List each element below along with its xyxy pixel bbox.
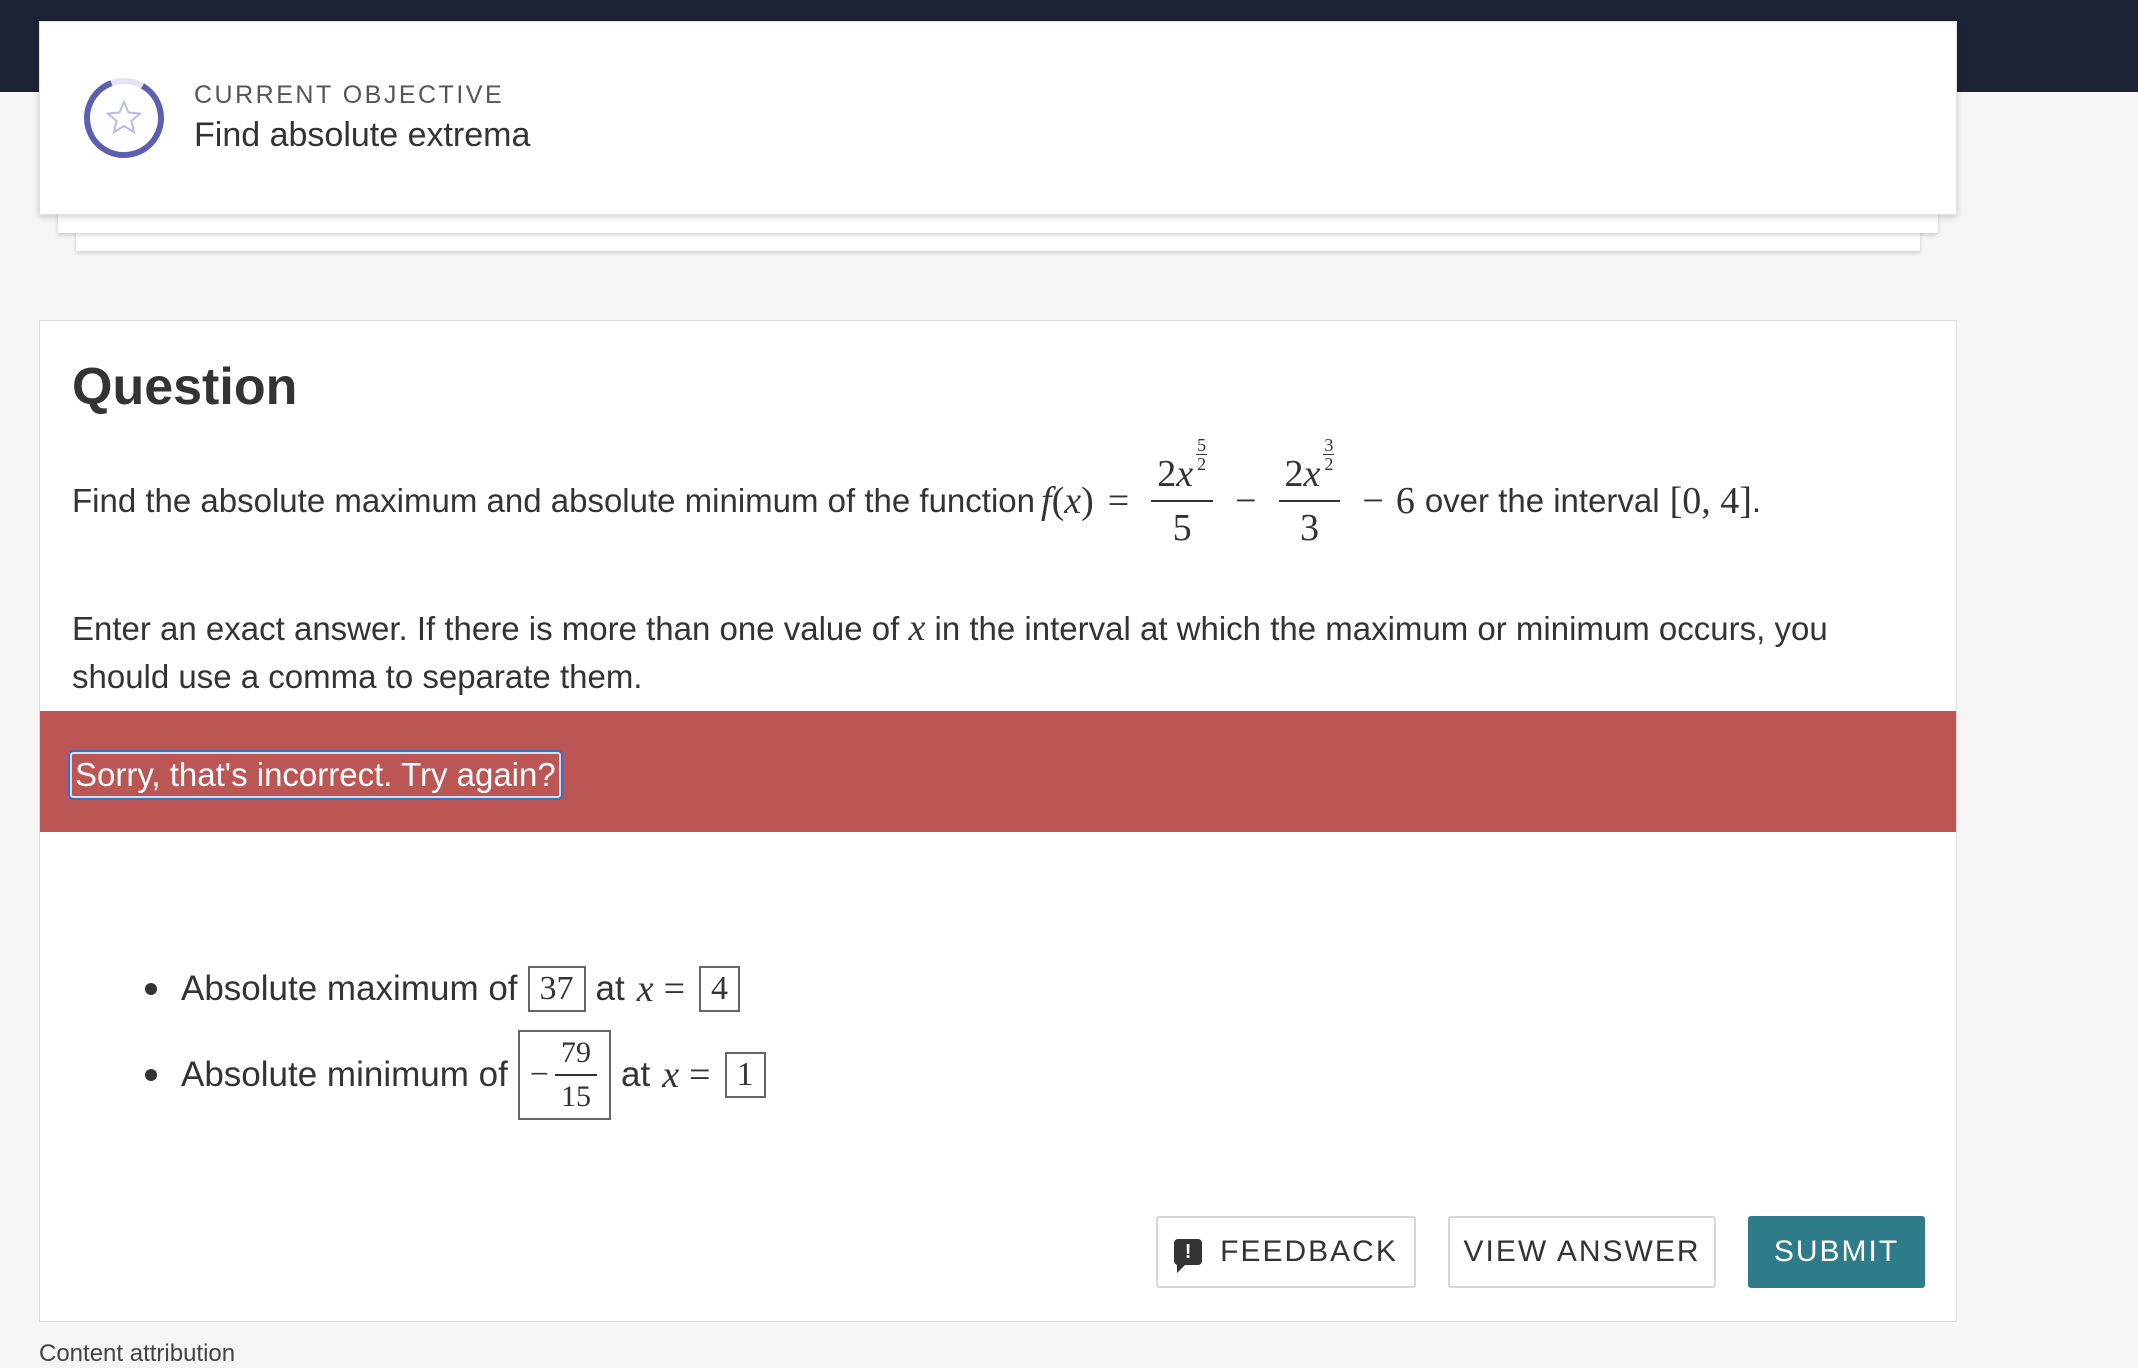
question-card: Question Find the absolute maximum and a… (39, 320, 1957, 1322)
term1-denominator: 5 (1172, 507, 1192, 549)
term1-exponent: 52 (1196, 435, 1208, 474)
question-heading: Question (72, 358, 298, 416)
objective-progress-ring (84, 78, 164, 158)
feedback-icon: ! (1174, 1239, 1203, 1273)
min-label: Absolute minimum of (181, 1055, 508, 1094)
term1-var: x (1176, 453, 1194, 495)
function-name: f (1041, 480, 1052, 522)
min-x-input[interactable]: 1 (724, 1052, 766, 1098)
content-attribution-link[interactable]: Content attribution (39, 1340, 235, 1368)
max-x-input[interactable]: 4 (699, 966, 741, 1012)
term2-var: x (1303, 453, 1321, 495)
view-answer-label: VIEW ANSWER (1463, 1235, 1701, 1268)
term2-fraction: 2x 32 3 (1278, 436, 1341, 550)
term2-coef: 2 (1284, 453, 1304, 495)
bullet (145, 983, 157, 995)
max-at-label: at (595, 969, 625, 1008)
objective-kicker: CURRENT OBJECTIVE (194, 81, 505, 109)
question-statement: Find the absolute maximum and absolute m… (72, 435, 1762, 550)
feedback-button[interactable]: ! FEEDBACK (1156, 1216, 1416, 1288)
list-item-minimum: Absolute minimum of − 79 15 at x = 1 (145, 1030, 776, 1120)
question-prefix: Find the absolute maximum and absolute m… (72, 482, 1035, 519)
constant-term: 6 (1395, 480, 1415, 522)
instructions-var: x (908, 607, 926, 649)
list-item-maximum: Absolute maximum of 37 at x = 4 (145, 961, 750, 1017)
incorrect-feedback-banner: Sorry, that's incorrect. Try again? (40, 711, 1956, 832)
min-equals: = (689, 1054, 711, 1096)
term2-exponent: 32 (1323, 435, 1335, 474)
bullet (145, 1069, 157, 1081)
submit-button[interactable]: SUBMIT (1748, 1216, 1925, 1288)
minus-sign: − (1362, 480, 1384, 522)
objective-title: Find absolute extrema (194, 116, 531, 154)
feedback-message[interactable]: Sorry, that's incorrect. Try again? (68, 750, 563, 800)
min-numerator: 79 (554, 1036, 597, 1076)
term2-denominator: 3 (1299, 507, 1319, 549)
term1-coef: 2 (1157, 453, 1177, 495)
min-value-fraction: 79 15 (554, 1036, 597, 1114)
term1-fraction: 2x 52 5 (1151, 436, 1214, 550)
period: . (1751, 482, 1762, 519)
min-value-input[interactable]: − 79 15 (517, 1030, 611, 1120)
instructions-part1: Enter an exact answer. If there is more … (72, 610, 900, 647)
equals-sign: = (1107, 480, 1130, 522)
function-var: x (1064, 480, 1082, 522)
feedback-button-label: FEEDBACK (1220, 1235, 1398, 1268)
min-x-var: x (662, 1054, 680, 1096)
max-label: Absolute maximum of (181, 969, 518, 1008)
min-at-label: at (620, 1055, 651, 1094)
submit-label: SUBMIT (1773, 1235, 1900, 1268)
star-icon (105, 99, 143, 135)
interval-value: [0, 4] (1669, 480, 1752, 522)
min-denominator: 15 (560, 1080, 591, 1113)
interval-text: over the interval (1424, 482, 1660, 519)
current-objective-card[interactable]: CURRENT OBJECTIVE Find absolute extrema (39, 21, 1957, 215)
max-x-var: x (636, 968, 654, 1010)
min-sign: − (529, 1056, 549, 1093)
max-value-input[interactable]: 37 (527, 966, 586, 1012)
view-answer-button[interactable]: VIEW ANSWER (1448, 1216, 1716, 1288)
minus-sign: − (1235, 480, 1257, 522)
question-instructions: Enter an exact answer. If there is more … (72, 604, 1922, 701)
max-equals: = (663, 968, 686, 1010)
